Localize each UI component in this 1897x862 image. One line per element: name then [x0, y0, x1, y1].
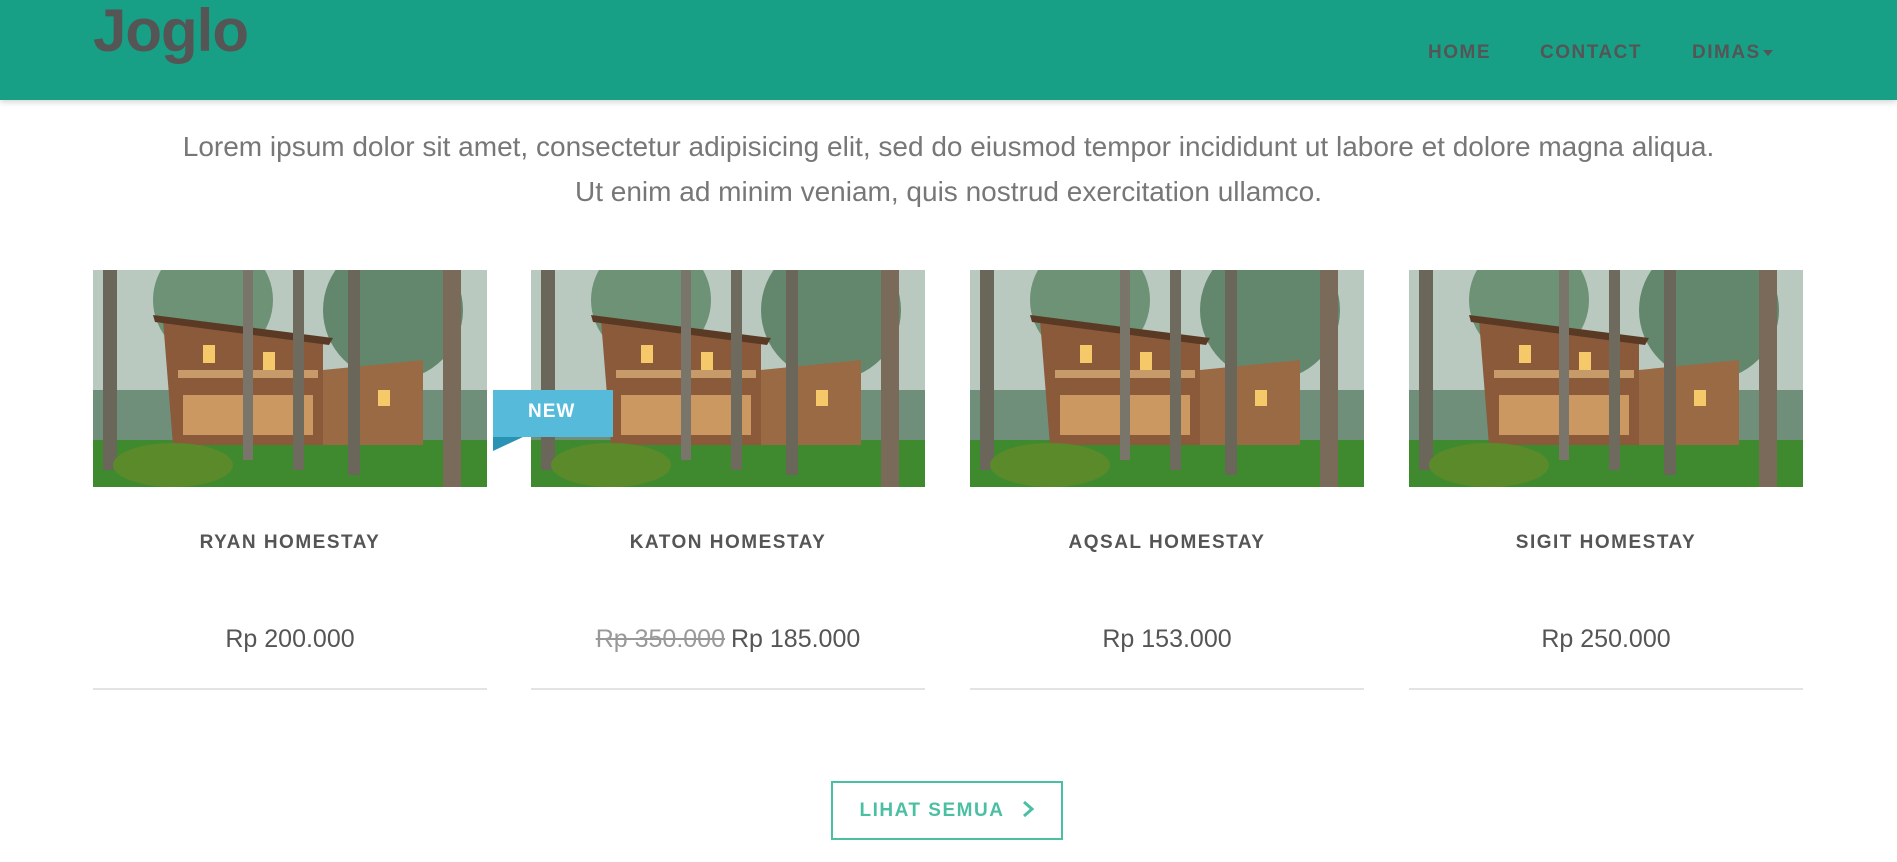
homestay-photo[interactable]: [970, 270, 1364, 487]
chevron-right-icon: [1022, 800, 1034, 818]
homestay-photo[interactable]: [93, 270, 487, 487]
card-price: Rp 350.000 Rp 185.000: [531, 625, 925, 654]
photo-slot: [93, 270, 487, 487]
user-name: DIMAS: [1692, 42, 1761, 63]
card-title[interactable]: AQSAL HOMESTAY: [970, 532, 1364, 554]
homestay-card[interactable]: AQSAL HOMESTAY Rp 153.000: [970, 270, 1364, 690]
view-all-button[interactable]: LIHAT SEMUA: [831, 781, 1063, 840]
new-badge: NEW: [493, 390, 613, 437]
new-price: Rp 185.000: [731, 625, 861, 653]
homestay-card[interactable]: NEW KATON HOMESTAY Rp 350.000 Rp 185.000: [493, 270, 925, 690]
view-all-label: LIHAT SEMUA: [859, 800, 1004, 821]
card-title[interactable]: KATON HOMESTAY: [531, 532, 925, 554]
intro-line-2: Ut enim ad minim veniam, quis nostrud ex…: [575, 176, 1322, 207]
card-price: Rp 250.000: [1541, 625, 1671, 653]
photo-slot: [1409, 270, 1803, 487]
nav-contact[interactable]: CONTACT: [1540, 42, 1642, 64]
card-title[interactable]: RYAN HOMESTAY: [93, 532, 487, 554]
homestay-card[interactable]: SIGIT HOMESTAY Rp 250.000: [1409, 270, 1803, 690]
logo[interactable]: Joglo: [93, 0, 249, 65]
homestay-photo[interactable]: [531, 270, 925, 487]
card-title[interactable]: SIGIT HOMESTAY: [1409, 532, 1803, 554]
photo-slot: [531, 270, 925, 487]
old-price: Rp 350.000: [595, 625, 725, 653]
site-header: Joglo HOME CONTACT DIMAS: [0, 0, 1897, 100]
homestay-card[interactable]: RYAN HOMESTAY Rp 200.000: [93, 270, 487, 690]
card-price: Rp 200.000: [225, 625, 355, 653]
homestay-photo[interactable]: [1409, 270, 1803, 487]
photo-slot: [970, 270, 1364, 487]
caret-down-icon: [1762, 49, 1773, 56]
nav-user-dropdown[interactable]: DIMAS: [1692, 42, 1773, 64]
nav-home[interactable]: HOME: [1428, 42, 1491, 64]
intro-line-1: Lorem ipsum dolor sit amet, consectetur …: [182, 131, 1715, 162]
badge-fold: [493, 437, 523, 451]
intro-text: Lorem ipsum dolor sit amet, consectetur …: [60, 124, 1837, 214]
card-price: Rp 153.000: [1102, 625, 1232, 653]
